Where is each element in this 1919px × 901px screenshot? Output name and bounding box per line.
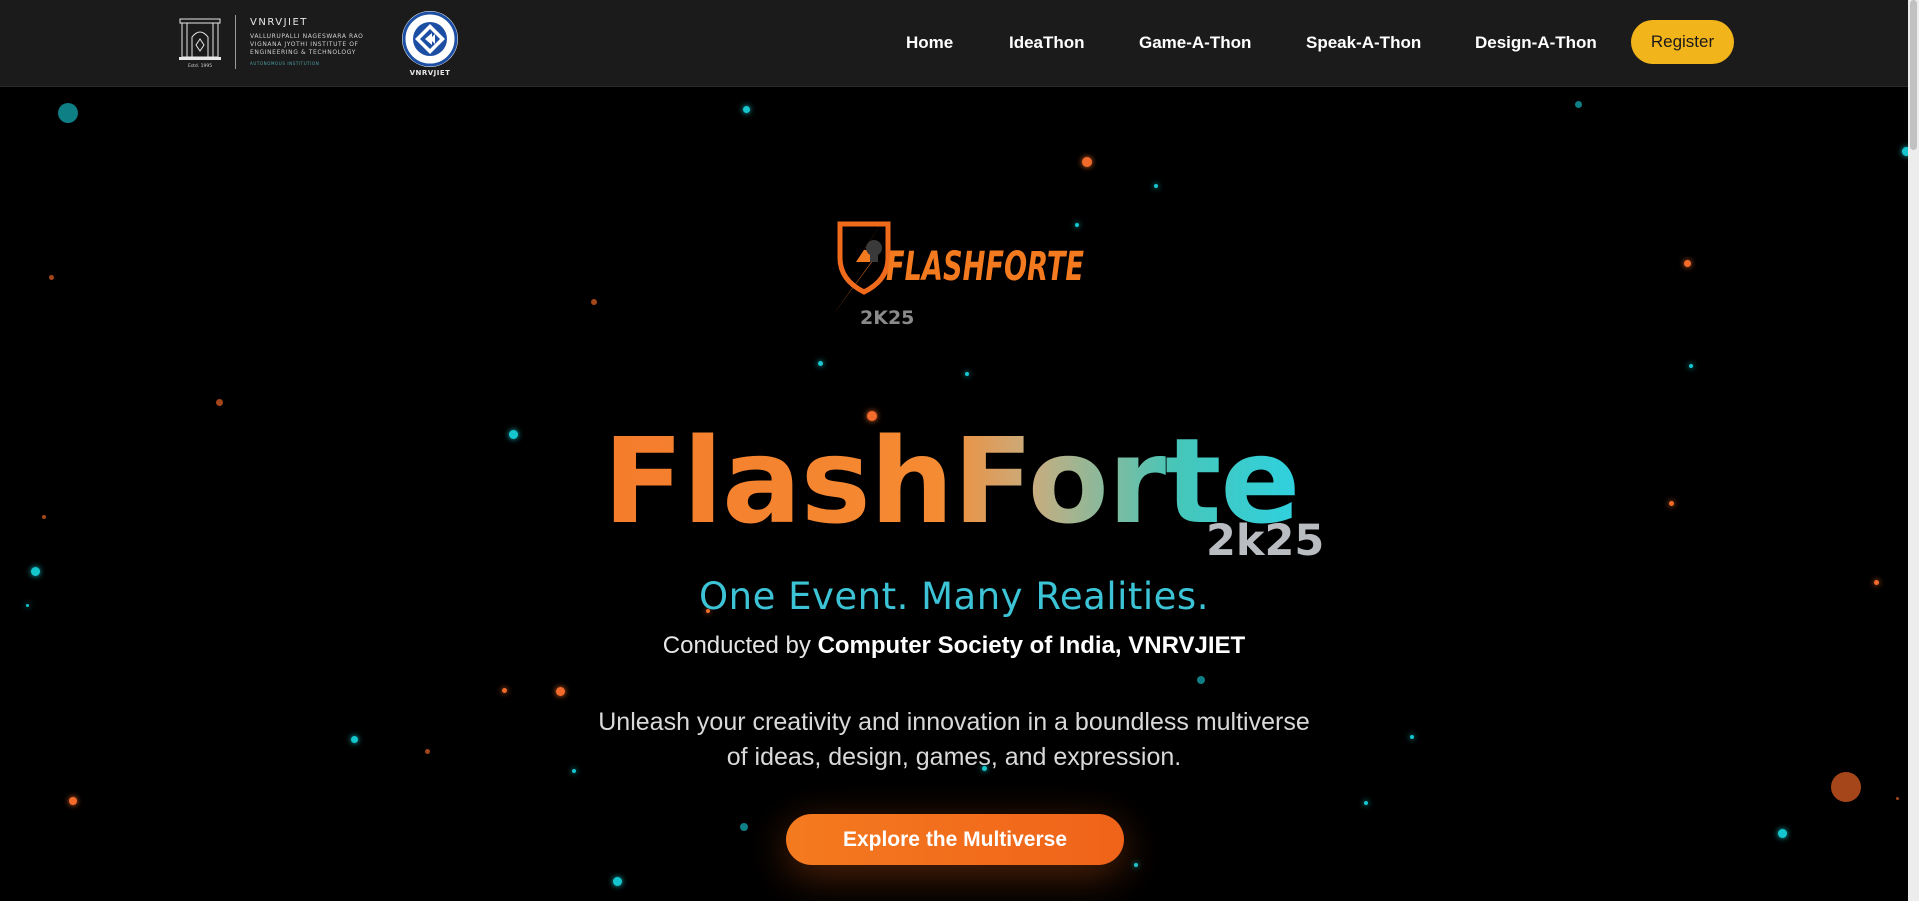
college-short-name: VNRVJIET (250, 17, 308, 28)
hero-year: 2k25 (1206, 516, 1325, 566)
hero-tagline: One Event. Many Realities. (699, 575, 1209, 618)
svg-text:2K25: 2K25 (860, 307, 914, 329)
conducted-prefix: Conducted by (662, 632, 811, 659)
register-button[interactable]: Register (1631, 20, 1734, 64)
hero-title: FlashForte (603, 412, 1300, 550)
college-status: AUTONOMOUS INSTITUTION (250, 61, 320, 66)
nav-home[interactable]: Home (906, 33, 953, 53)
flashforte-logo: FLASHFORTE 2K25 (832, 210, 1084, 329)
college-name-line: VIGNANA JYOTHI INSTITUTE OF (250, 41, 359, 48)
top-navbar: Estd. 1995 VNRVJIET VALLURUPALLI NAGESWA… (0, 0, 1908, 87)
scrollbar-thumb[interactable] (1910, 0, 1917, 150)
conducted-org: Computer Society of India, VNRVJIET (817, 632, 1246, 659)
description-line: Unleash your creativity and innovation i… (598, 708, 1310, 736)
college-name: VNRVJIET VALLURUPALLI NAGESWARA RAO VIGN… (250, 15, 364, 69)
nav-design-a-thon[interactable]: Design-A-Thon (1475, 33, 1597, 53)
svg-text:Estd. 1995: Estd. 1995 (188, 63, 212, 69)
brand-divider (235, 15, 236, 69)
nav-game-a-thon[interactable]: Game-A-Thon (1139, 33, 1251, 53)
hero-description: Unleash your creativity and innovation i… (560, 705, 1348, 775)
csi-logo-icon (402, 11, 458, 67)
hero-section: FLASHFORTE 2K25 FlashForte 2k25 One Even… (0, 0, 1919, 901)
lightning-shield-icon (832, 210, 891, 316)
csi-brand[interactable]: VNRVJIET (400, 10, 460, 78)
college-emblem-icon: Estd. 1995 (179, 18, 221, 69)
csi-caption: VNRVJIET (409, 69, 451, 77)
college-name-line: VALLURUPALLI NAGESWARA RAO (250, 33, 364, 40)
nav-ideathon[interactable]: IdeaThon (1009, 33, 1085, 53)
nav-speak-a-thon[interactable]: Speak-A-Thon (1306, 33, 1421, 53)
description-line: of ideas, design, games, and expression. (726, 743, 1182, 771)
college-name-line: ENGINEERING & TECHNOLOGY (250, 49, 356, 56)
page-scrollbar[interactable] (1908, 0, 1919, 901)
explore-multiverse-button[interactable]: Explore the Multiverse (786, 814, 1124, 865)
college-brand[interactable]: Estd. 1995 VNRVJIET VALLURUPALLI NAGESWA… (177, 14, 364, 70)
conducted-by: Conducted by Computer Society of India, … (0, 632, 1908, 660)
svg-text:FLASHFORTE: FLASHFORTE (886, 244, 1084, 290)
page: Estd. 1995 VNRVJIET VALLURUPALLI NAGESWA… (0, 0, 1919, 901)
